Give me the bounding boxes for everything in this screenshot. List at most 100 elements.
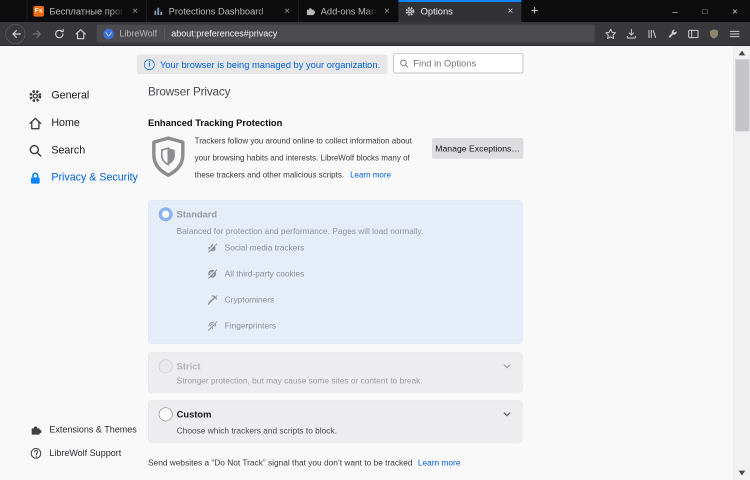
list-item-label: Cryptominers [225,295,275,304]
sidebar-footer: Extensions & Themes LibreWolf Support [0,418,148,465]
reload-button[interactable] [50,24,69,43]
navigation-toolbar: LibreWolf about:preferences#privacy [0,22,750,46]
library-icon[interactable] [641,24,662,43]
info-icon: i [144,59,155,70]
tab-title: Options [421,6,500,17]
help-question-icon [30,447,42,459]
dashboard-favicon-icon [153,6,164,17]
section-title: Enhanced Tracking Protection [148,117,282,128]
back-button[interactable] [5,24,25,44]
window-controls: – □ × [660,0,750,22]
etp-standard-option[interactable]: Standard Balanced for protection and per… [148,200,523,344]
sidebar-item-label: Extensions & Themes [49,425,136,435]
forward-button[interactable] [29,24,48,43]
find-in-options-search[interactable] [393,53,523,73]
sidebar-item-label: LibreWolf Support [49,448,121,458]
list-item-label: Social media trackers [225,243,305,252]
sidebar-toggle-icon[interactable] [683,24,704,43]
puzzle-favicon-icon [305,6,316,17]
extension-shield-icon[interactable] [703,24,724,43]
sidebar-item-label: General [51,90,89,102]
sidebar-item-general[interactable]: General [0,82,148,109]
manage-exceptions-button[interactable]: Manage Exceptions… [432,138,523,159]
social-media-trackers-icon [207,242,218,253]
intro-line: these trackers and other malicious scrip… [195,170,344,179]
dnt-learn-more-link[interactable]: Learn more [418,458,461,467]
tab-close-icon[interactable]: × [130,5,140,16]
scrollbar-thumb[interactable] [735,59,749,131]
vertical-scrollbar[interactable] [733,46,750,480]
list-item-label: All third-party cookies [225,269,305,278]
tab-title: Protections Dashboard [169,6,277,17]
find-in-options-input[interactable] [413,58,517,69]
tabbar-left-spacer [0,0,27,22]
maximize-button[interactable]: □ [690,0,720,22]
tab-options-active[interactable]: Options × [399,0,522,22]
gear-icon [28,88,43,103]
learn-more-link[interactable]: Learn more [350,170,391,179]
site-name: LibreWolf [119,29,157,39]
managed-browser-notice[interactable]: i Your browser is being managed by your … [137,55,388,74]
freesoft-favicon-icon: Fs [33,6,44,17]
strict-label: Strict [177,361,201,372]
urlbar-separator [164,28,165,39]
titlebar-drag-space [548,0,660,22]
tab-close-icon[interactable]: × [505,5,515,16]
chevron-down-icon[interactable] [502,361,512,374]
browser-window: Fs Бесплатные программы на Fre × Protect… [0,0,750,480]
standard-label: Standard [177,209,217,220]
list-item-cryptominers: Cryptominers [207,287,305,313]
tab-title: Add-ons Manager [321,6,377,17]
sidebar-item-home[interactable]: Home [0,109,148,136]
gear-favicon-icon [405,6,416,17]
custom-label: Custom [177,409,212,420]
intro-line: Trackers follow you around online to col… [195,133,412,150]
list-item-fingerprinters: Fingerprinters [207,313,305,339]
etp-custom-option[interactable]: Custom Choose which trackers and scripts… [148,400,523,443]
sidebar-item-extensions-themes[interactable]: Extensions & Themes [0,418,148,441]
fingerprinters-icon [207,320,218,331]
sidebar-item-search[interactable]: Search [0,137,148,164]
tab-addons-manager[interactable]: Add-ons Manager × [299,0,399,22]
standard-radio[interactable] [159,207,173,221]
tracking-protection-description: Trackers follow you around online to col… [195,133,412,184]
tab-protections-dashboard[interactable]: Protections Dashboard × [147,0,299,22]
site-identity-chip[interactable]: LibreWolf [103,28,158,40]
intro-line: your browsing habits and interests. Libr… [195,150,412,167]
list-item-label: Fingerprinters [225,321,276,330]
home-icon [28,116,43,131]
tab-title: Бесплатные программы на Fre [49,6,124,17]
home-button[interactable] [71,24,90,43]
custom-radio[interactable] [159,407,173,421]
cookies-icon [207,268,218,279]
blocked-items-list: Social media trackers All third-party co… [207,235,305,339]
sidebar-item-librewolf-support[interactable]: LibreWolf Support [0,441,148,464]
tab-close-icon[interactable]: × [282,5,292,16]
menu-hamburger-icon[interactable] [724,24,745,43]
scrollbar-down-icon[interactable] [739,471,746,476]
do-not-track-row: Send websites a “Do Not Track” signal th… [148,458,460,467]
wrench-icon[interactable] [662,24,683,43]
tab-close-icon[interactable]: × [382,5,392,16]
strict-radio[interactable] [159,359,173,373]
search-icon [28,143,43,158]
bookmark-star-icon[interactable] [600,24,621,43]
cryptominers-icon [207,294,218,305]
scrollbar-up-icon[interactable] [739,51,746,56]
strict-description: Stronger protection, but may cause some … [177,376,423,385]
close-button[interactable]: × [720,0,750,22]
preferences-page: i Your browser is being managed by your … [0,46,750,480]
category-sidebar: General Home Search Privacy & Security [0,82,148,191]
etp-strict-option[interactable]: Strict Stronger protection, but may caus… [148,352,523,393]
downloads-icon[interactable] [621,24,642,43]
list-item-social-trackers: Social media trackers [207,235,305,261]
sidebar-item-privacy-security[interactable]: Privacy & Security [0,164,148,191]
new-tab-button[interactable]: + [521,0,548,22]
tab-freesoft[interactable]: Fs Бесплатные программы на Fre × [27,0,147,22]
sidebar-item-label: Home [51,117,79,129]
librewolf-logo-icon [103,28,115,40]
minimize-button[interactable]: – [660,0,690,22]
url-bar[interactable]: LibreWolf about:preferences#privacy [97,25,595,43]
chevron-down-icon[interactable] [502,409,512,422]
puzzle-icon [30,424,42,436]
